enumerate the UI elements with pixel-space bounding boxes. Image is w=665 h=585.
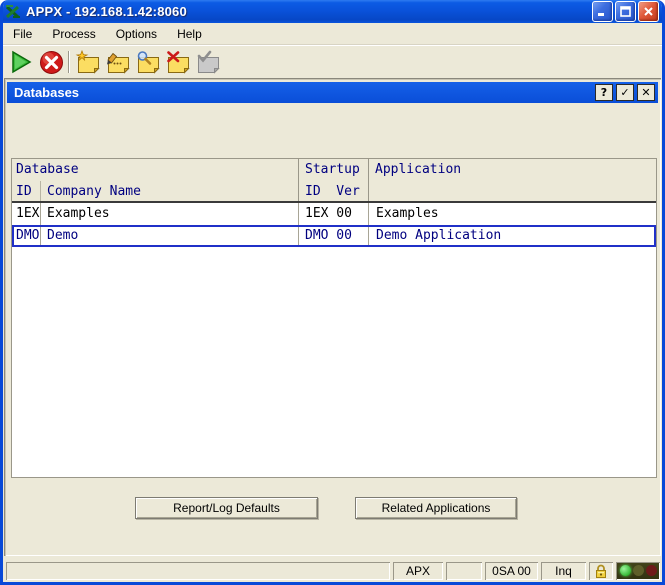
header-application-blank (368, 181, 656, 201)
toolbar (3, 46, 662, 78)
app-window: APPX - 192.168.1.42:8060 File Process Op… (0, 0, 665, 585)
status-mode-section: Inq (541, 562, 586, 580)
panel-close-button[interactable]: ✕ (637, 84, 655, 101)
run-icon[interactable] (6, 48, 36, 76)
cell-startup-id-ver: 1EX 00 (298, 203, 368, 225)
cancel-icon[interactable] (36, 48, 66, 76)
maximize-icon[interactable] (615, 1, 636, 22)
cell-database-id: DMO (12, 225, 40, 247)
statusbar: APX 0SA 00 Inq (3, 559, 662, 582)
appx-logo-icon (5, 4, 22, 20)
delete-record-icon[interactable] (163, 48, 193, 76)
report-log-defaults-button[interactable]: Report/Log Defaults (135, 497, 318, 519)
header-company-name: Company Name (40, 181, 298, 201)
table-header-sub-row: ID Company Name ID Ver (12, 181, 656, 203)
header-startup-id-ver: ID Ver (298, 181, 368, 201)
panel-title: Databases (14, 85, 595, 100)
close-icon[interactable] (638, 1, 659, 22)
cell-company-name: Examples (40, 203, 298, 225)
cell-company-name: Demo (40, 225, 298, 247)
cell-application: Demo Application (368, 225, 656, 247)
status-apx-section: APX (393, 562, 443, 580)
menu-options[interactable]: Options (109, 24, 164, 44)
table-row-selected[interactable]: DMO Demo DMO 00 Demo Application (12, 225, 656, 247)
toolbar-separator (68, 51, 70, 73)
menu-help[interactable]: Help (170, 24, 209, 44)
cell-startup-id-ver: DMO 00 (298, 225, 368, 247)
lock-icon (589, 562, 613, 580)
header-database-id: ID (12, 181, 40, 201)
main-panel: Databases ? ✓ ✕ Database Startup Applica… (4, 78, 661, 556)
status-message-section (6, 562, 390, 580)
database-list: Database Startup Application ID Company … (11, 158, 657, 478)
header-startup: Startup (298, 159, 368, 181)
window-title: APPX - 192.168.1.42:8060 (26, 4, 592, 19)
amber-lamp-icon (633, 565, 644, 576)
menu-file[interactable]: File (6, 24, 39, 44)
related-applications-button[interactable]: Related Applications (355, 497, 517, 519)
red-lamp-icon (646, 565, 657, 576)
new-record-icon[interactable] (73, 48, 103, 76)
table-row[interactable]: 1EX Examples 1EX 00 Examples (12, 203, 656, 225)
header-database: Database (12, 159, 298, 181)
panel-help-button[interactable]: ? (595, 84, 613, 101)
edit-record-icon[interactable] (103, 48, 133, 76)
panel-ok-button[interactable]: ✓ (616, 84, 634, 101)
window-controls (592, 1, 659, 22)
menubar: File Process Options Help (3, 23, 662, 45)
status-app-version-section: 0SA 00 (485, 562, 538, 580)
traffic-light-indicator (616, 562, 660, 580)
view-record-icon[interactable] (133, 48, 163, 76)
cell-application: Examples (368, 203, 656, 225)
cell-database-id: 1EX (12, 203, 40, 225)
table-header-group-row: Database Startup Application (12, 159, 656, 181)
select-record-icon-disabled (193, 48, 223, 76)
header-application: Application (368, 159, 656, 181)
menu-process[interactable]: Process (45, 24, 102, 44)
minimize-icon[interactable] (592, 1, 613, 22)
titlebar[interactable]: APPX - 192.168.1.42:8060 (0, 0, 665, 23)
status-empty-section (446, 562, 482, 580)
panel-titlebar: Databases ? ✓ ✕ (7, 82, 658, 103)
green-lamp-icon (620, 565, 631, 576)
